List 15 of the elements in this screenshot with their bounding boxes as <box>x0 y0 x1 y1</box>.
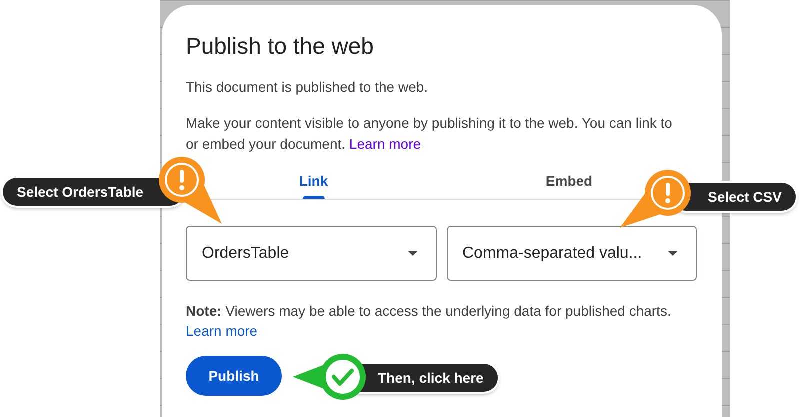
check-pin-icon <box>293 352 368 402</box>
dropdown-caret-icon <box>408 251 418 256</box>
tab[interactable]: Link <box>291 163 336 199</box>
publish-status: This document is published to the web. <box>186 78 430 97</box>
exclamation-pin-icon <box>620 168 693 228</box>
dropdown-caret-icon <box>668 251 678 256</box>
description: Make your content visible to anyone by publishing it to the web. You can link to or embed your document. Learn more <box>186 114 674 154</box>
tab[interactable]: Embed <box>538 163 601 199</box>
learn-more-link[interactable]: Learn more <box>349 136 422 152</box>
dropdown[interactable]: Comma-separated valu... <box>446 226 697 281</box>
dialog-title: Publish to the web <box>186 32 375 61</box>
note: Note: Viewers may be able to access the underlying data for published charts. Learn more <box>186 302 672 341</box>
dropdown[interactable]: OrdersTable <box>186 226 436 281</box>
publish-button[interactable]: Publish <box>186 356 282 396</box>
learn-more-link[interactable]: Learn more <box>186 323 258 339</box>
